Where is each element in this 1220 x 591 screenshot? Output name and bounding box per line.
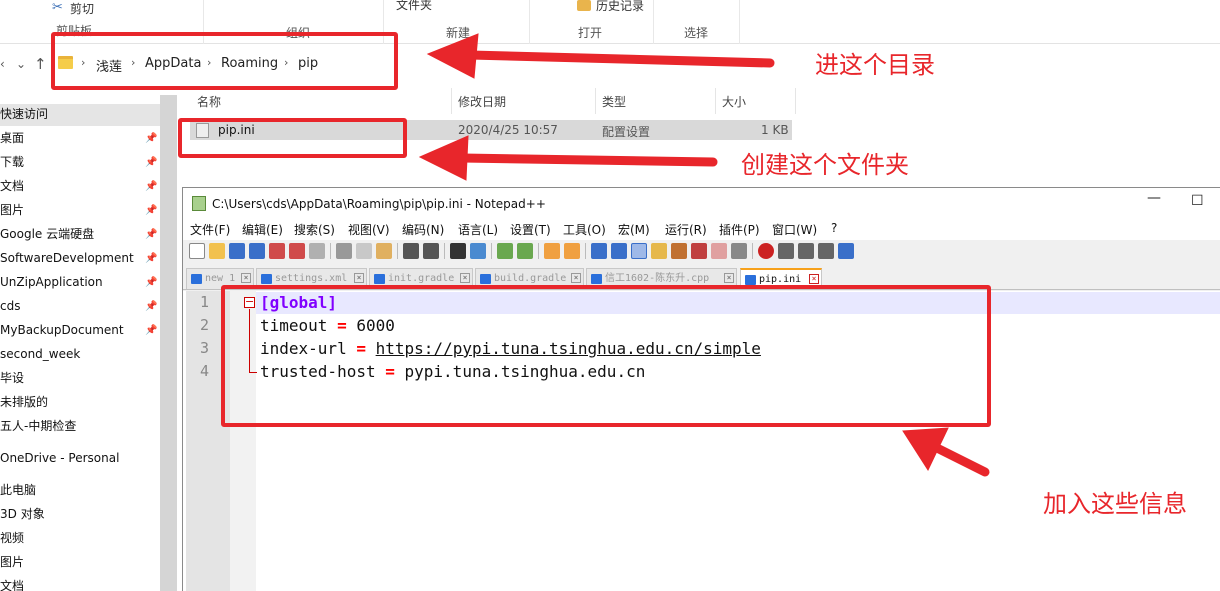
annotation-create-folder: 创建这个文件夹 [741,151,909,179]
arrow-head [418,135,469,181]
arrow-line [457,153,718,167]
annotation-add-info: 加入这些信息 [1043,490,1187,518]
arrow-line [930,442,990,477]
annotation-enter-dir: 进这个目录 [815,51,935,79]
annotation-arrows [418,33,990,477]
arrow-line [465,50,775,68]
arrow-head [426,33,479,79]
